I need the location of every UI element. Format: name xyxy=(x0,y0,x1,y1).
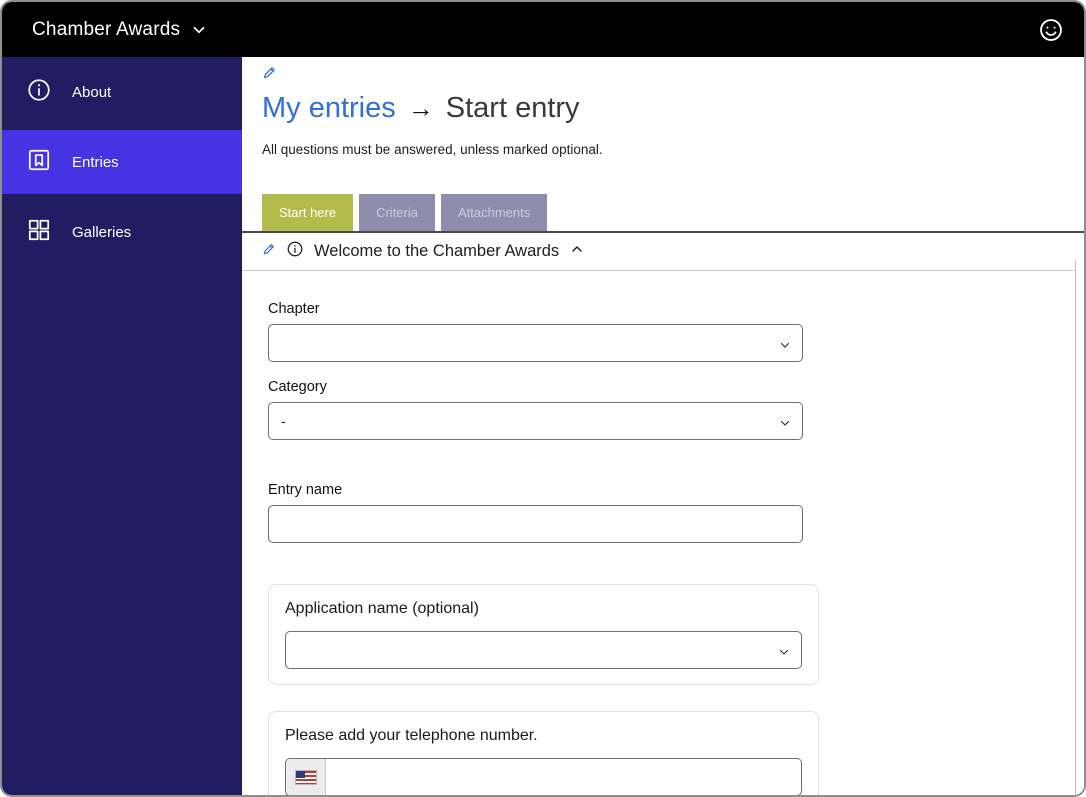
application-name-label: Application name (optional) xyxy=(285,600,479,617)
tab-bar: Start here Criteria Attachments xyxy=(262,194,1084,231)
workspace-switcher[interactable]: Chamber Awards xyxy=(32,19,208,41)
app-window: Chamber Awards About Entries Galleries M… xyxy=(0,0,1086,797)
sidebar-item-label: About xyxy=(72,83,112,101)
accessibility-smiley-button[interactable] xyxy=(1036,15,1066,45)
page-title-current: Start entry xyxy=(445,92,580,124)
application-name-select[interactable] xyxy=(285,631,802,669)
section-header: Welcome to the Chamber Awards xyxy=(242,233,1084,271)
edit-section-icon[interactable] xyxy=(262,242,276,261)
tab-criteria[interactable]: Criteria xyxy=(359,194,435,231)
main-content: My entries → Start entry All questions m… xyxy=(242,57,1084,795)
form-area: Chapter Category - Entry name Applicatio… xyxy=(242,271,1084,795)
category-label: Category xyxy=(268,379,327,395)
main-header: My entries → Start entry All questions m… xyxy=(242,57,1084,231)
collapse-chevron-up-icon[interactable] xyxy=(569,241,585,262)
entry-name-input[interactable] xyxy=(268,505,803,543)
info-icon xyxy=(26,77,52,108)
entries-bookmark-icon xyxy=(26,147,52,178)
sidebar: About Entries Galleries xyxy=(2,57,242,795)
telephone-label: Please add your telephone number. xyxy=(285,727,538,744)
sidebar-item-label: Entries xyxy=(72,153,119,171)
chapter-select[interactable] xyxy=(268,324,803,362)
chevron-down-icon xyxy=(779,416,791,432)
sidebar-item-entries[interactable]: Entries xyxy=(2,130,242,194)
category-select[interactable]: - xyxy=(268,402,803,440)
chevron-down-icon xyxy=(190,21,208,39)
us-flag-icon xyxy=(294,769,317,785)
section-info-icon xyxy=(286,240,304,263)
edit-page-icon[interactable] xyxy=(262,67,277,84)
my-entries-link[interactable]: My entries xyxy=(262,92,396,125)
galleries-grid-icon xyxy=(26,217,52,248)
application-name-card: Application name (optional) xyxy=(268,584,819,685)
telephone-input[interactable] xyxy=(285,758,802,795)
form-instructions: All questions must be answered, unless m… xyxy=(262,142,603,157)
sidebar-item-label: Galleries xyxy=(72,223,132,241)
telephone-card: Please add your telephone number. xyxy=(268,711,819,795)
breadcrumb: My entries → Start entry xyxy=(262,92,1084,125)
entry-name-label: Entry name xyxy=(268,482,343,498)
breadcrumb-arrow: → xyxy=(407,93,434,123)
chevron-down-icon xyxy=(778,645,790,661)
section-title: Welcome to the Chamber Awards xyxy=(314,242,560,260)
sidebar-item-galleries[interactable]: Galleries xyxy=(2,200,242,264)
scrollbar[interactable] xyxy=(1075,260,1084,795)
topbar: Chamber Awards xyxy=(2,2,1084,57)
app-title: Chamber Awards xyxy=(32,18,181,40)
telephone-value xyxy=(326,759,801,795)
start-here-panel: Welcome to the Chamber Awards Chapter Ca… xyxy=(242,231,1084,795)
chapter-label: Chapter xyxy=(268,301,320,317)
tab-start-here[interactable]: Start here xyxy=(262,194,354,231)
tab-attachments[interactable]: Attachments xyxy=(441,194,548,231)
category-select-value: - xyxy=(281,413,286,429)
country-flag-dropdown[interactable] xyxy=(286,759,326,795)
chevron-down-icon xyxy=(779,338,791,354)
sidebar-item-about[interactable]: About xyxy=(2,60,242,124)
